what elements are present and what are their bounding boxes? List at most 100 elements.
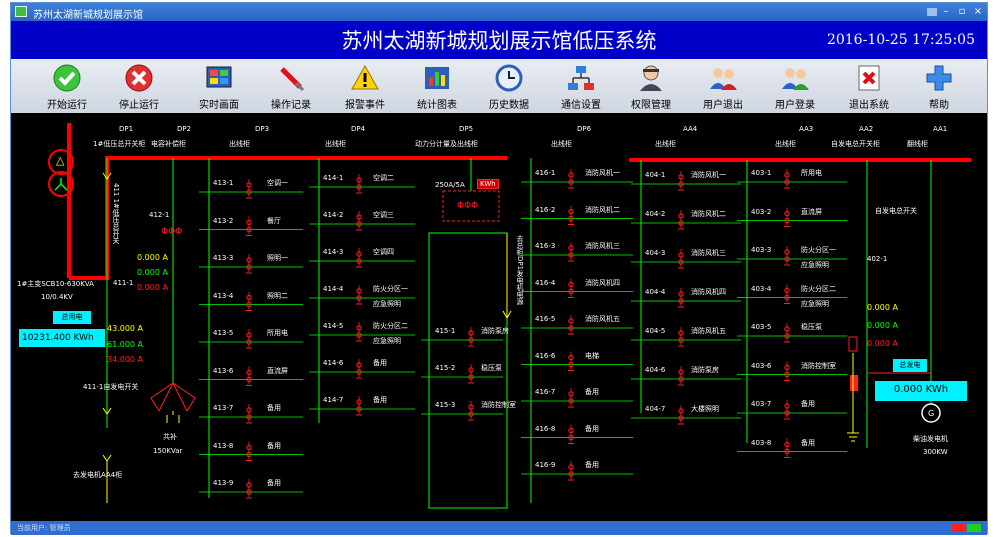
feeder-name: 消防泵房 [691, 366, 719, 374]
feeder-subname: 应急照明 [373, 300, 401, 308]
feeder-id: 415-2 [435, 364, 456, 372]
capacitor-bank [150, 381, 196, 412]
cabinet-code: DP3 [255, 125, 270, 133]
cabinet-name: 出线柜 [551, 140, 572, 148]
alarm-event-icon [351, 64, 379, 90]
feeder-id: 414-1 [323, 174, 344, 182]
feeder-id: 416-7 [535, 388, 556, 396]
app-window: 苏州太湖新城规划展示馆 – ▫ × 苏州太湖新城规划展示馆低压系统 2016-1… [10, 2, 988, 535]
generator-name: 柴油发电机 [913, 435, 948, 443]
feeder-name: 备用 [585, 388, 599, 396]
feeder-id: 413-7 [213, 404, 234, 412]
restore-button[interactable]: ▫ [955, 6, 969, 18]
feeder-id: 403-3 [751, 246, 772, 254]
realtime-screen-button[interactable]: 实时画面 [187, 61, 251, 111]
stop-run-icon [125, 64, 153, 92]
feeder-name: 防火分区一 [373, 285, 408, 293]
capacitor-current-c: 0.000 A [137, 283, 168, 292]
help-button[interactable]: 帮助 [907, 61, 971, 111]
history-data-button[interactable]: 历史数据 [477, 61, 541, 111]
cabinet-name: 1#低压总开关柜 [93, 140, 146, 148]
feeder-name: 防火分区二 [373, 322, 408, 330]
feeder-name: 稳压泵 [801, 323, 822, 331]
feeder-id: 416-9 [535, 461, 556, 469]
feeder-name: 空调三 [373, 211, 394, 219]
cabinet-code: AA1 [933, 125, 948, 133]
feeder-name: 备用 [373, 396, 387, 404]
alarm-event-button[interactable]: 报警事件 [333, 61, 397, 111]
toolbar-label: 停止运行 [119, 100, 159, 111]
statistics-chart-button[interactable]: 统计图表 [405, 61, 469, 111]
genset-switch-label: 411-1自发电开关 [83, 383, 139, 391]
cabinet-name: 出线柜 [775, 140, 796, 148]
feeder-id: 413-5 [213, 329, 234, 337]
feeder-id: 416-4 [535, 278, 556, 287]
feeder-id: 414-3 [323, 248, 344, 256]
dp5-kwh-tag[interactable]: KWh [477, 179, 499, 189]
cabinet-name: 翻线柜 [907, 140, 928, 148]
feeder-id: 404-1 [645, 171, 666, 179]
feeder-id: 414-7 [323, 396, 344, 404]
status-bar: 当前用户: 管理员 [11, 521, 987, 535]
feeder-name: 消防控制室 [801, 361, 836, 370]
close-button[interactable]: × [971, 6, 985, 18]
comm-settings-button[interactable]: 通信设置 [549, 61, 613, 111]
feeder-id: 416-6 [535, 351, 556, 360]
total-generation-kwh: 0.000 KWh [875, 381, 967, 401]
exit-system-button[interactable]: 退出系统 [837, 61, 901, 111]
feeder-name: 所用电 [267, 329, 288, 337]
total-consumption-label[interactable]: 总用电 [53, 311, 91, 324]
feeder-name: 备用 [585, 461, 599, 469]
feeder-name: 直流屏 [801, 207, 822, 216]
cabinet-name: 自发电总开关柜 [831, 140, 880, 148]
permission-icon [640, 65, 662, 91]
to-generator-label: 去发电机AA4柜 [73, 471, 123, 479]
feeder-id: 403-7 [751, 400, 772, 408]
feeder-id: 413-4 [213, 291, 234, 300]
feeder-name: 备用 [373, 359, 387, 367]
alarm-led [951, 524, 965, 532]
cabinet-code: DP4 [351, 125, 366, 133]
transformer-name: 1#主变SCB10-630KVA [17, 280, 94, 288]
feeder-name: 消防风机一 [585, 169, 620, 177]
cabinet-code: AA4 [683, 125, 698, 133]
feeder-subname: 应急照明 [373, 337, 401, 345]
keyboard-icon[interactable] [927, 8, 937, 16]
toolbar-label: 通信设置 [561, 100, 601, 111]
history-data-icon [495, 64, 523, 92]
feeder-id: 413-3 [213, 254, 234, 262]
aa2-switch-label: 自发电总开关 [875, 207, 917, 215]
total-generation-label[interactable]: 总发电 [893, 359, 927, 372]
aa2-switch-id: 402-1 [867, 255, 888, 263]
window-titlebar: 苏州太湖新城规划展示馆 – ▫ × [11, 3, 987, 21]
feeder-name: 消防泵房 [481, 327, 509, 335]
user-login-button[interactable]: 用户登录 [763, 61, 827, 111]
feeder-id: 403-4 [751, 284, 772, 293]
operation-log-button[interactable]: 操作记录 [259, 61, 323, 111]
feeder-id: 416-3 [535, 242, 556, 250]
feeder-id: 404-3 [645, 249, 666, 257]
cabinet-code: DP1 [119, 125, 134, 133]
feeder-name: 稳压泵 [481, 364, 502, 372]
minimize-button[interactable]: – [939, 6, 953, 18]
start-run-button[interactable]: 开始运行 [35, 61, 99, 111]
main-current-b: 61.000 A [107, 340, 144, 349]
feeder-id: 415-1 [435, 327, 456, 335]
stop-run-button[interactable]: 停止运行 [107, 61, 171, 111]
user-logout-button[interactable]: 用户退出 [691, 61, 755, 111]
feeder-id: 416-5 [535, 315, 556, 323]
capacitor-current-b: 0.000 A [137, 268, 168, 277]
feeder-subname: 应急照明 [801, 261, 829, 269]
feeder-name: 备用 [267, 479, 281, 487]
feeder-id: 414-2 [323, 211, 344, 219]
permission-button[interactable]: 权限管理 [619, 61, 683, 111]
cabinet-code: AA3 [799, 125, 814, 133]
feeder-name: 直流屏 [267, 366, 288, 375]
capacitor-current-a: 0.000 A [137, 253, 168, 262]
feeder-name: 消防风机四 [691, 288, 726, 296]
user-logout-icon [710, 68, 737, 90]
feeder-id: 403-5 [751, 323, 772, 331]
operation-log-icon [280, 67, 305, 92]
single-line-diagram: DP1 1#低压总开关柜 DP2 电容补偿柜 DP3 出线柜 DP4 出线柜 DP5 动力分计量及… [11, 113, 987, 521]
left-busbar [69, 156, 507, 280]
